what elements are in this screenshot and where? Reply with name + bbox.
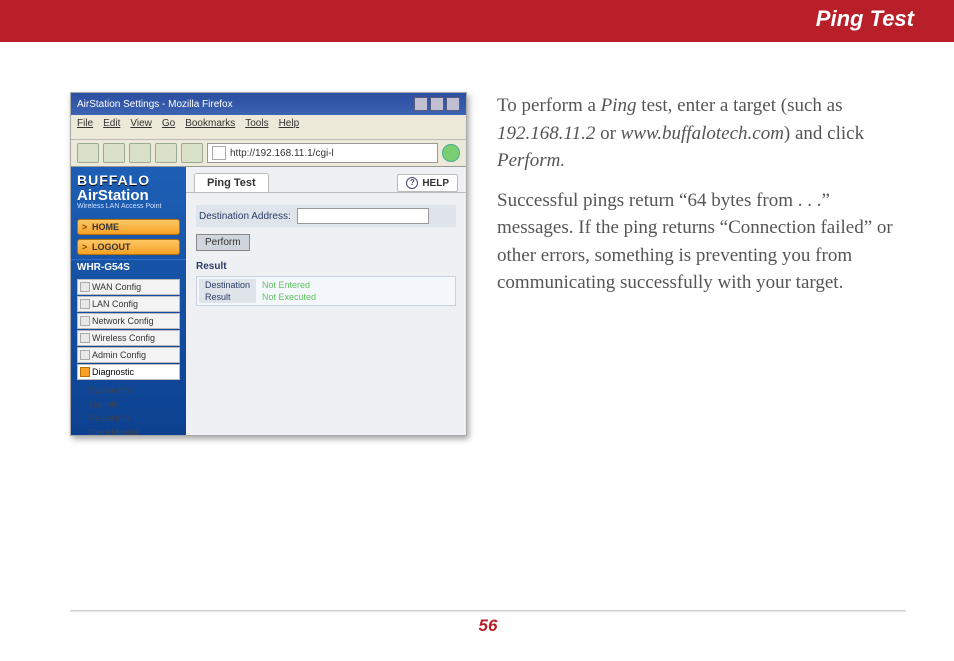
instruction-text: To perform a Ping test, enter a target (… — [497, 92, 902, 436]
destination-input[interactable] — [297, 208, 429, 224]
result-res-value: Not Executed — [256, 291, 322, 303]
menu-edit[interactable]: Edit — [103, 118, 120, 136]
t: or — [595, 123, 620, 144]
browser-toolbar: http://192.168.11.1/cgi-l — [71, 140, 466, 167]
back-button[interactable] — [77, 143, 99, 163]
form-panel: Destination Address: Perform Result Dest… — [186, 193, 466, 318]
t: ) and click — [784, 123, 864, 144]
page-content: BUFFALO AirStation Wireless LAN Access P… — [71, 167, 466, 436]
t: www.buffalotech.com — [621, 123, 784, 144]
logout-link[interactable]: LOGOUT — [77, 239, 180, 255]
home-button[interactable] — [181, 143, 203, 163]
paragraph-1: To perform a Ping test, enter a target (… — [497, 92, 902, 175]
stop-button[interactable] — [155, 143, 177, 163]
sub-packet-info[interactable]: Packet Info — [89, 412, 180, 426]
forward-button[interactable] — [103, 143, 125, 163]
page-body: AirStation Settings - Mozilla Firefox Fi… — [0, 42, 954, 456]
window-titlebar: AirStation Settings - Mozilla Firefox — [71, 93, 466, 115]
menu-wireless-config[interactable]: Wireless Config — [77, 330, 180, 346]
brand-product: AirStation — [77, 188, 180, 203]
result-heading: Result — [196, 261, 456, 272]
minimize-icon[interactable] — [414, 97, 428, 111]
go-button[interactable] — [442, 144, 460, 162]
brand-tagline: Wireless LAN Access Point — [77, 203, 180, 210]
menu-help[interactable]: Help — [279, 118, 300, 136]
main-panel: Ping Test HELP Destination Address: Perf… — [186, 167, 466, 436]
home-link[interactable]: HOME — [77, 219, 180, 235]
menu-admin-config[interactable]: Admin Config — [77, 347, 180, 363]
nav-menu: WAN Config LAN Config Network Config Wir… — [77, 279, 180, 380]
menu-wan-config[interactable]: WAN Config — [77, 279, 180, 295]
tab-ping-test[interactable]: Ping Test — [194, 173, 269, 192]
destination-label: Destination Address: — [199, 211, 291, 222]
menu-file[interactable]: File — [77, 118, 93, 136]
menu-bookmarks[interactable]: Bookmarks — [185, 118, 235, 136]
result-dest-label: Destination — [199, 279, 256, 291]
t: test, enter a target (such as — [637, 95, 843, 116]
menu-network-config[interactable]: Network Config — [77, 313, 180, 329]
sidebar: BUFFALO AirStation Wireless LAN Access P… — [71, 167, 186, 436]
address-bar[interactable]: http://192.168.11.1/cgi-l — [207, 143, 438, 163]
menu-diagnostic[interactable]: Diagnostic — [77, 364, 180, 380]
brand-block: BUFFALO AirStation Wireless LAN Access P… — [71, 167, 186, 215]
t: Perform. — [497, 150, 565, 171]
window-title: AirStation Settings - Mozilla Firefox — [77, 99, 233, 110]
page-header: Ping Test — [0, 0, 954, 42]
sub-log-info[interactable]: Log Info — [89, 398, 180, 412]
t: Ping — [601, 95, 637, 116]
menu-view[interactable]: View — [130, 118, 152, 136]
browser-menubar[interactable]: File Edit View Go Bookmarks Tools Help — [71, 115, 466, 140]
maximize-icon[interactable] — [430, 97, 444, 111]
help-button[interactable]: HELP — [397, 174, 458, 192]
result-res-label: Result — [199, 291, 256, 303]
footer-divider — [70, 610, 906, 612]
perform-button[interactable]: Perform — [196, 234, 250, 251]
paragraph-2: Successful pings return “64 bytes from .… — [497, 187, 902, 297]
url-text: http://192.168.11.1/cgi-l — [230, 148, 334, 159]
menu-go[interactable]: Go — [162, 118, 175, 136]
result-table: Destination Not Entered Result Not Execu… — [196, 276, 456, 306]
brand-logo: BUFFALO — [77, 172, 180, 188]
page-number: 56 — [70, 616, 906, 636]
sub-system-info[interactable]: System Info — [89, 384, 180, 398]
page-title: Ping Test — [816, 6, 914, 32]
t: 192.168.11.2 — [497, 123, 595, 144]
tab-row: Ping Test HELP — [186, 167, 466, 193]
menu-lan-config[interactable]: LAN Config — [77, 296, 180, 312]
close-icon[interactable] — [446, 97, 460, 111]
page-footer: 56 — [70, 610, 906, 636]
sub-client-monitor[interactable]: Client Monitor — [89, 426, 180, 436]
result-dest-value: Not Entered — [256, 279, 322, 291]
reload-button[interactable] — [129, 143, 151, 163]
model-label: WHR-G54S — [71, 259, 186, 275]
destination-row: Destination Address: — [196, 205, 456, 227]
embedded-screenshot: AirStation Settings - Mozilla Firefox Fi… — [70, 92, 467, 436]
menu-tools[interactable]: Tools — [245, 118, 268, 136]
window-control-icons[interactable] — [414, 97, 460, 111]
t: To perform a — [497, 95, 601, 116]
diagnostic-submenu: System Info Log Info Packet Info Client … — [89, 384, 180, 436]
